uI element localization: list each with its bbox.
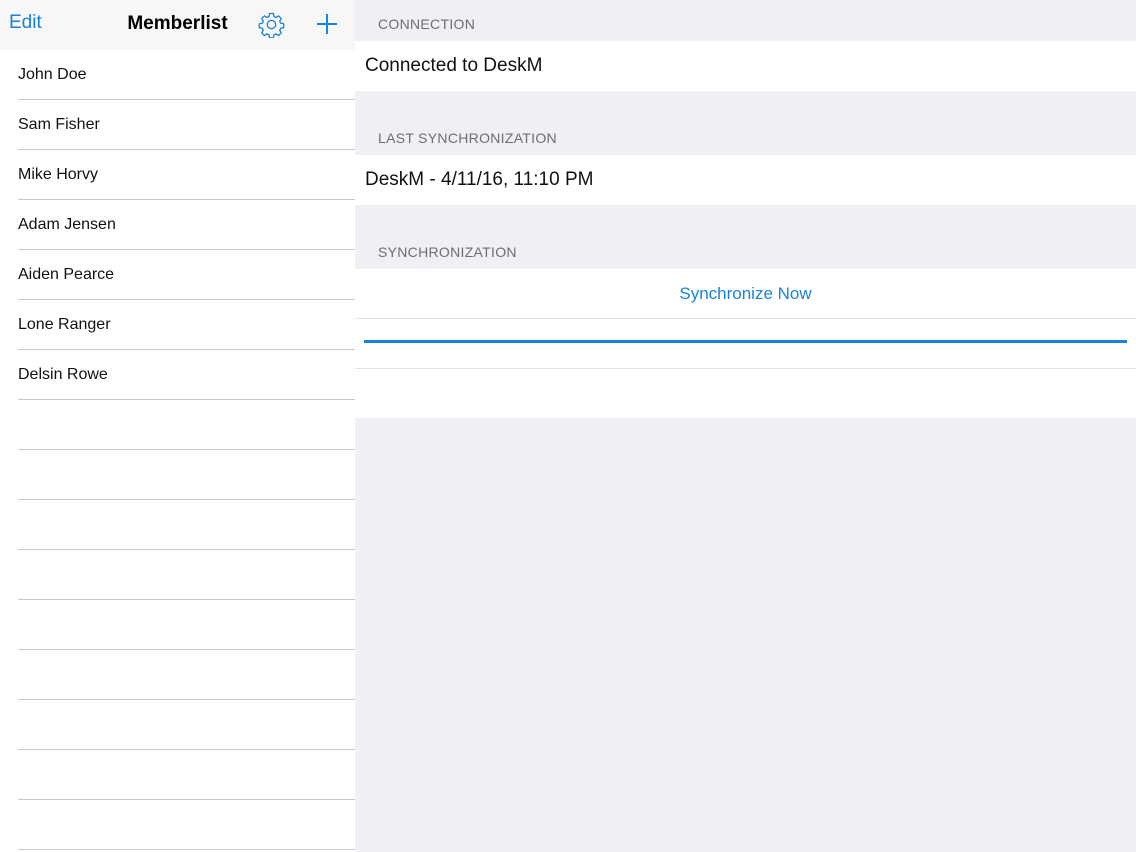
list-item[interactable]: John Doe xyxy=(0,50,355,100)
empty-row xyxy=(0,650,355,700)
list-item[interactable]: Aiden Pearce xyxy=(0,250,355,300)
page-title-text: Memberlist xyxy=(127,13,228,34)
app-window: Edit Memberlist John Doe Sam Fisher Mike… xyxy=(0,0,1136,852)
empty-row xyxy=(0,700,355,750)
synchronize-now-button[interactable]: Synchronize Now xyxy=(355,284,1136,304)
empty-row xyxy=(0,600,355,650)
page-title: Memberlist xyxy=(0,13,355,35)
sync-header: SYNCHRONIZATION xyxy=(378,244,517,260)
last-sync-cell: DeskM - 4/11/16, 11:10 PM xyxy=(355,155,1136,205)
last-sync-header: LAST SYNCHRONIZATION xyxy=(378,130,557,146)
connection-status: Connected to DeskM xyxy=(365,55,543,76)
list-item[interactable]: Lone Ranger xyxy=(0,300,355,350)
empty-row xyxy=(0,450,355,500)
navigation-bar: Edit Memberlist xyxy=(0,0,355,50)
empty-row xyxy=(0,500,355,550)
plus-icon[interactable] xyxy=(315,12,339,36)
list-item[interactable]: Mike Horvy xyxy=(0,150,355,200)
empty-row xyxy=(0,800,355,850)
last-sync-value: DeskM - 4/11/16, 11:10 PM xyxy=(365,169,594,190)
sync-cell: Synchronize Now xyxy=(355,269,1136,418)
sync-progress-fill xyxy=(364,340,1127,343)
divider xyxy=(355,368,1136,369)
list-item[interactable]: Delsin Rowe xyxy=(0,350,355,400)
member-list: John Doe Sam Fisher Mike Horvy Adam Jens… xyxy=(0,50,355,850)
detail-pane: CONNECTION Connected to DeskM LAST SYNCH… xyxy=(355,0,1136,852)
gear-icon[interactable] xyxy=(258,11,285,39)
list-item[interactable]: Sam Fisher xyxy=(0,100,355,150)
list-item[interactable]: Adam Jensen xyxy=(0,200,355,250)
connection-header: CONNECTION xyxy=(378,16,476,32)
empty-row xyxy=(0,750,355,800)
sync-progress-bar xyxy=(364,340,1127,343)
connection-cell: Connected to DeskM xyxy=(355,41,1136,91)
empty-row xyxy=(0,550,355,600)
divider xyxy=(355,318,1136,319)
master-pane: Edit Memberlist John Doe Sam Fisher Mike… xyxy=(0,0,355,852)
empty-row xyxy=(0,400,355,450)
